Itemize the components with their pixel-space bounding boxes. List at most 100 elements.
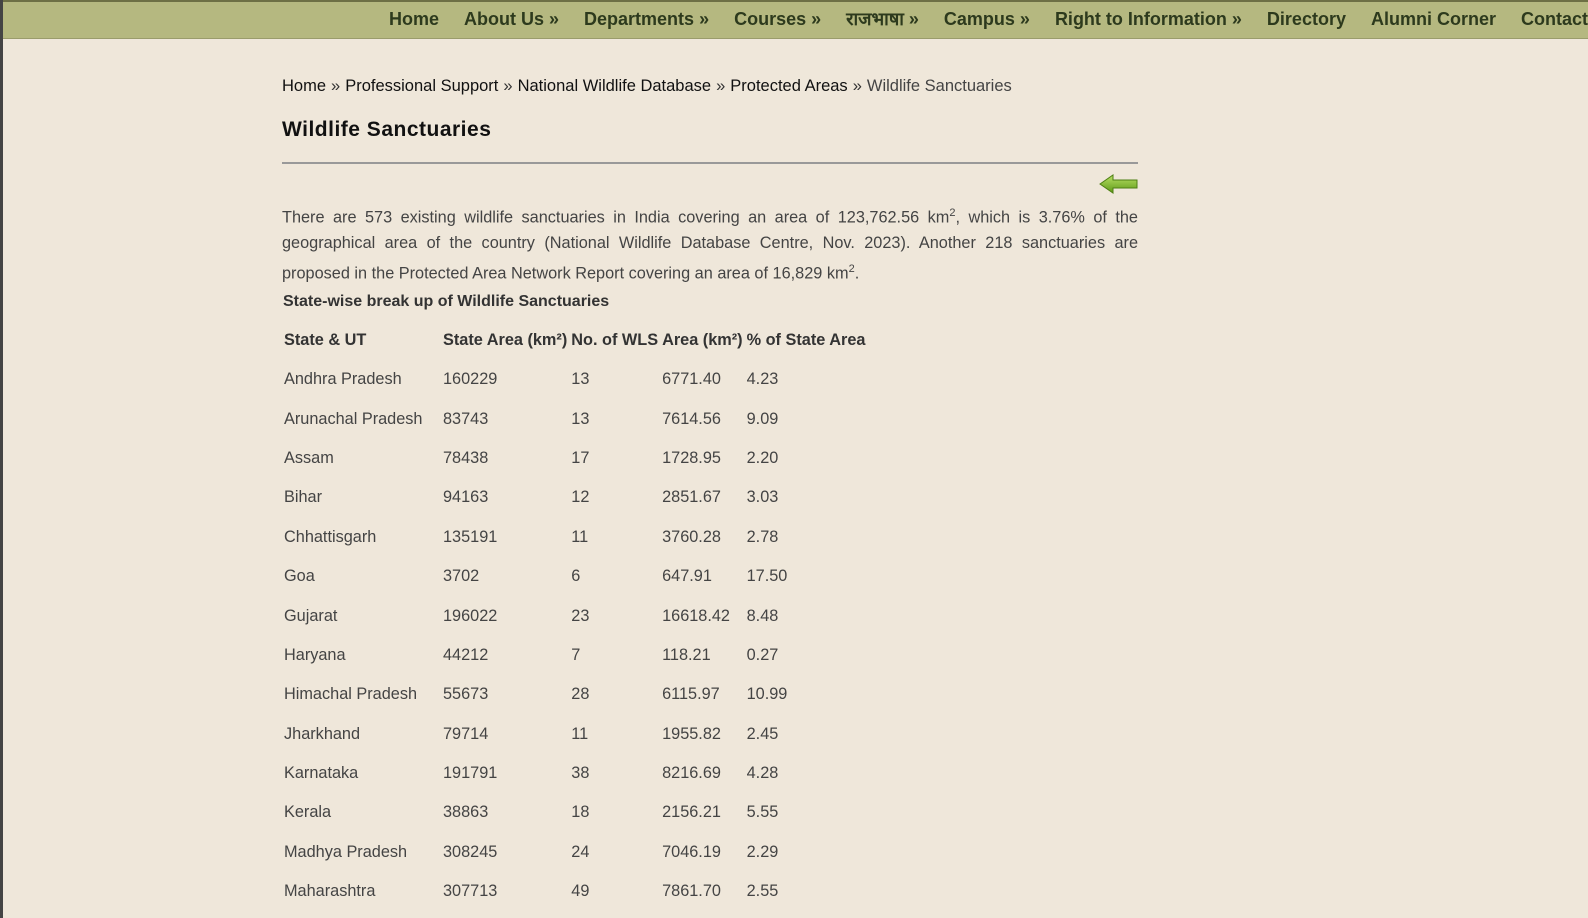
cell-state: Assam — [284, 448, 334, 467]
table-row: Karnataka 191791 38 8216.69 4.28 — [282, 754, 867, 793]
cell-no-of-wls: 12 — [571, 488, 590, 507]
breadcrumb-home[interactable]: Home — [282, 77, 326, 95]
nav-courses[interactable]: Courses » — [734, 9, 821, 30]
title-divider — [282, 162, 1138, 164]
table-row: Goa 3702 6 647.91 17.50 — [282, 557, 867, 596]
cell-area: 1955.82 — [662, 724, 721, 743]
table-row: Andhra Pradesh 160229 13 6771.40 4.23 — [282, 360, 867, 399]
breadcrumb-professional-support[interactable]: Professional Support — [345, 77, 498, 95]
cell-area: 3760.28 — [662, 527, 721, 546]
cell-state-area: 3702 — [443, 567, 480, 586]
cell-no-of-wls: 13 — [571, 409, 590, 428]
cell-state: Chhattisgarh — [284, 527, 377, 546]
cell-state: Maharashtra — [284, 882, 376, 901]
cell-percent: 3.03 — [746, 488, 779, 507]
table-row: Chhattisgarh 135191 11 3760.28 2.78 — [282, 518, 867, 557]
cell-percent: 2.78 — [746, 527, 779, 546]
nav-campus[interactable]: Campus » — [944, 9, 1030, 30]
page-title: Wildlife Sanctuaries — [282, 118, 492, 141]
cell-percent: 9.09 — [746, 409, 779, 428]
cell-percent: 8.48 — [746, 606, 779, 625]
cell-percent: 4.28 — [746, 764, 779, 783]
breadcrumb-current: Wildlife Sanctuaries — [866, 77, 1012, 95]
cell-area: 2851.67 — [662, 488, 721, 507]
cell-percent: 2.20 — [746, 448, 779, 467]
nav-menu: Home About Us » Departments » Courses » … — [389, 0, 1588, 38]
table-row: Arunachal Pradesh 83743 13 7614.56 9.09 — [282, 399, 867, 438]
section-title: State-wise break up of Wildlife Sanctuar… — [283, 293, 610, 310]
cell-state: Andhra Pradesh — [284, 370, 402, 389]
header-no-of-wls: No. of WLS — [571, 331, 659, 349]
table-row: Maharashtra 307713 49 7861.70 2.55 — [282, 872, 867, 911]
cell-no-of-wls: 24 — [571, 842, 590, 861]
header-state-area: State Area (km²) — [443, 331, 568, 349]
cell-state-area: 78438 — [443, 448, 489, 467]
cell-area: 7046.19 — [662, 842, 721, 861]
cell-state-area: 94163 — [443, 488, 489, 507]
sanctuaries-table: State & UT State Area (km²) No. of WLS A… — [282, 321, 867, 911]
window-edge — [0, 0, 3, 918]
table-row: Madhya Pradesh 308245 24 7046.19 2.29 — [282, 833, 867, 872]
cell-area: 6771.40 — [662, 370, 721, 389]
breadcrumb-separator: » — [331, 77, 341, 95]
cell-percent: 2.55 — [746, 882, 779, 901]
cell-state: Haryana — [284, 645, 346, 664]
table-row: Assam 78438 17 1728.95 2.20 — [282, 439, 867, 478]
cell-no-of-wls: 13 — [571, 370, 590, 389]
cell-state: Goa — [284, 567, 315, 586]
back-arrow-icon[interactable] — [1099, 173, 1139, 195]
nav-directory[interactable]: Directory — [1267, 9, 1346, 30]
cell-state-area: 307713 — [443, 882, 498, 901]
cell-percent: 17.50 — [746, 567, 788, 586]
cell-area: 16618.42 — [662, 606, 730, 625]
cell-no-of-wls: 49 — [571, 882, 590, 901]
intro-text-1: There are 573 existing wildlife sanctuar… — [282, 208, 950, 227]
cell-state-area: 79714 — [443, 724, 489, 743]
cell-state-area: 196022 — [443, 606, 498, 625]
cell-percent: 0.27 — [746, 645, 779, 664]
cell-area: 647.91 — [662, 567, 712, 586]
cell-area: 7861.70 — [662, 882, 721, 901]
cell-state: Madhya Pradesh — [284, 842, 408, 861]
cell-no-of-wls: 17 — [571, 448, 590, 467]
nav-home[interactable]: Home — [389, 9, 439, 30]
table-header-row: State & UT State Area (km²) No. of WLS A… — [282, 321, 867, 360]
cell-area: 1728.95 — [662, 448, 721, 467]
table-row: Jharkhand 79714 11 1955.82 2.45 — [282, 715, 867, 754]
cell-state: Kerala — [284, 803, 332, 822]
nav-contact-us[interactable]: Contact Us — [1521, 9, 1588, 30]
header-percent-state-area: % of State Area — [746, 331, 866, 349]
cell-area: 8216.69 — [662, 764, 721, 783]
cell-percent: 2.29 — [746, 842, 779, 861]
cell-no-of-wls: 38 — [571, 764, 590, 783]
nav-alumni-corner[interactable]: Alumni Corner — [1371, 9, 1496, 30]
main-navbar: Home About Us » Departments » Courses » … — [3, 0, 1588, 39]
cell-no-of-wls: 28 — [571, 685, 590, 704]
nav-rajbhasha[interactable]: राजभाषा » — [846, 7, 919, 31]
cell-state-area: 191791 — [443, 764, 498, 783]
table-row: Kerala 38863 18 2156.21 5.55 — [282, 793, 867, 832]
cell-area: 2156.21 — [662, 803, 721, 822]
cell-no-of-wls: 23 — [571, 606, 590, 625]
table-row: Haryana 44212 7 118.21 0.27 — [282, 636, 867, 675]
cell-percent: 10.99 — [746, 685, 788, 704]
nav-departments[interactable]: Departments » — [584, 9, 709, 30]
cell-state: Karnataka — [284, 764, 359, 783]
cell-no-of-wls: 7 — [571, 645, 581, 664]
cell-state: Himachal Pradesh — [284, 685, 418, 704]
header-state: State & UT — [284, 331, 367, 349]
cell-state-area: 308245 — [443, 842, 498, 861]
cell-no-of-wls: 6 — [571, 567, 581, 586]
cell-percent: 2.45 — [746, 724, 779, 743]
cell-percent: 5.55 — [746, 803, 779, 822]
breadcrumb-protected-areas[interactable]: Protected Areas — [730, 77, 847, 95]
header-area: Area (km²) — [662, 331, 743, 349]
nav-right-to-information[interactable]: Right to Information » — [1055, 9, 1242, 30]
intro-text-3: . — [854, 264, 860, 283]
nav-about-us[interactable]: About Us » — [464, 9, 559, 30]
cell-percent: 4.23 — [746, 370, 779, 389]
breadcrumb: Home» Professional Support» National Wildl… — [282, 77, 1012, 96]
breadcrumb-national-wildlife-database[interactable]: National Wildlife Database — [518, 77, 712, 95]
cell-state-area: 135191 — [443, 527, 498, 546]
table-body: Andhra Pradesh 160229 13 6771.40 4.23 Arunac… — [282, 360, 867, 911]
